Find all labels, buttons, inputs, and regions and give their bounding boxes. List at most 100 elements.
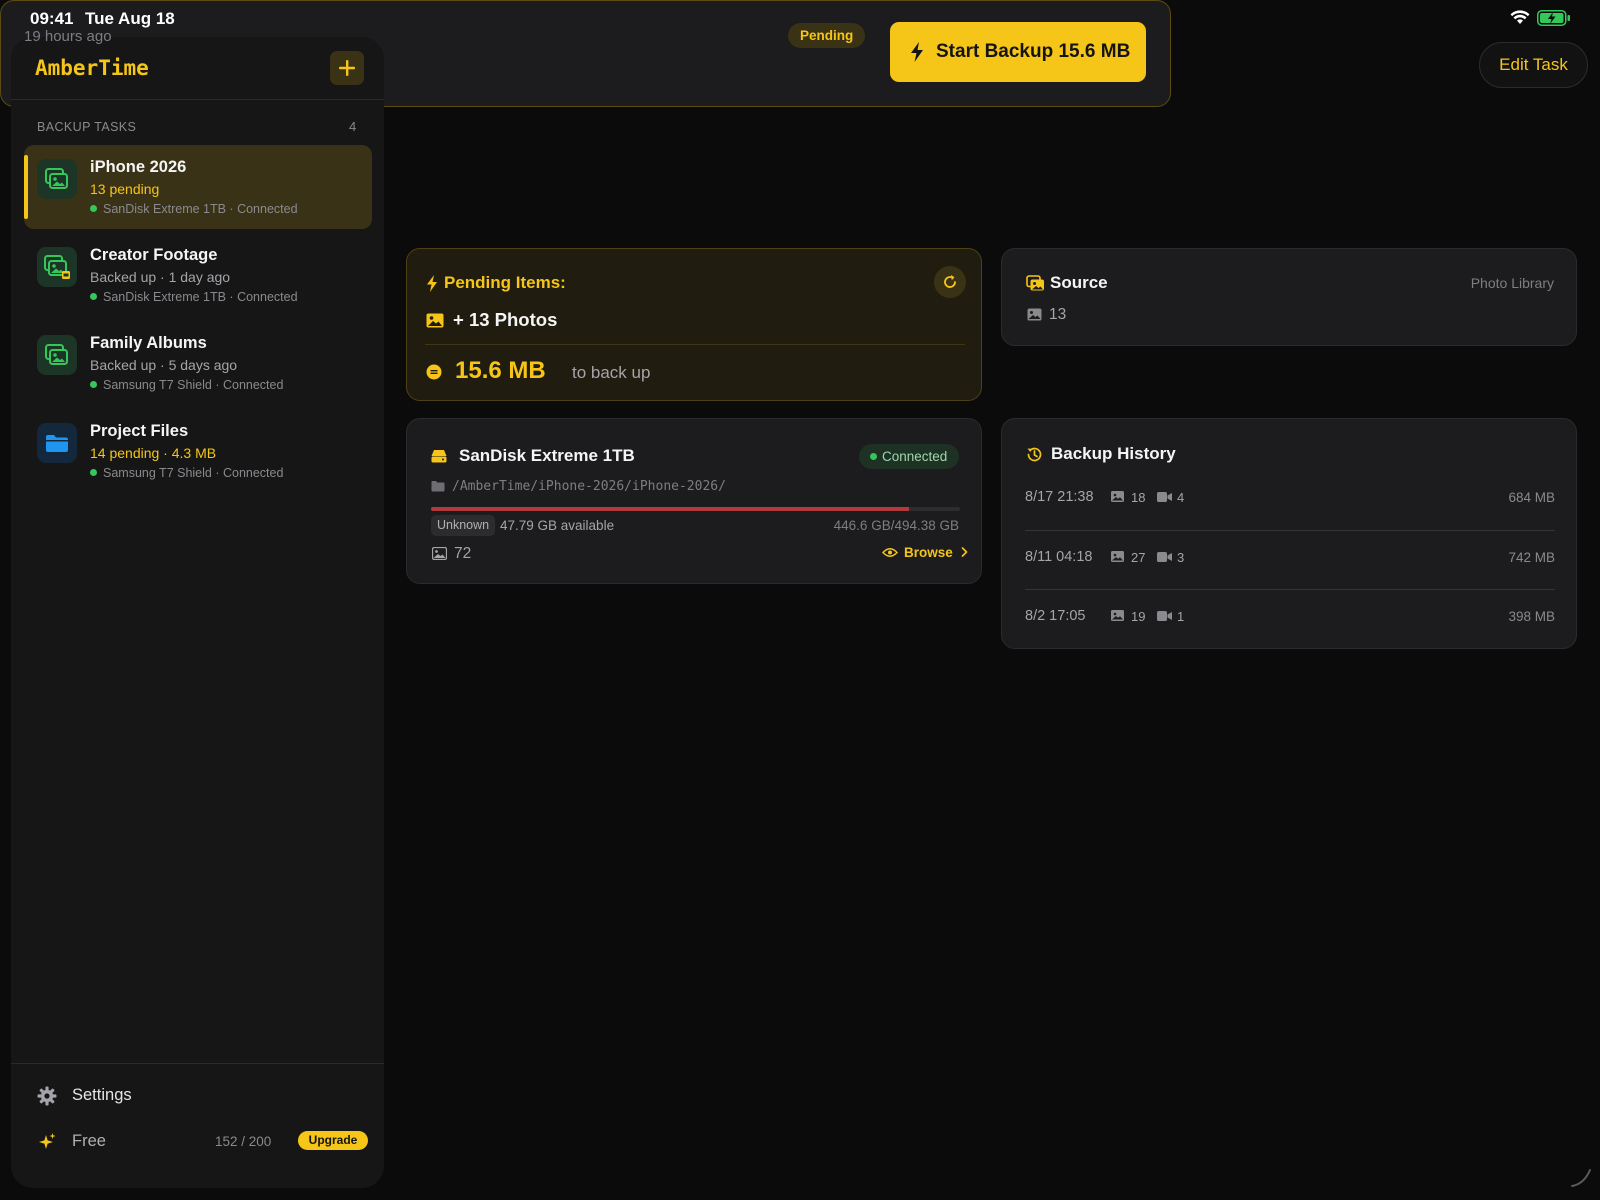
battery-charging-icon: [1537, 10, 1570, 26]
destination-drive-card: SanDisk Extreme 1TB Connected /AmberTime…: [406, 418, 982, 584]
source-card: Source Photo Library 13: [1001, 248, 1577, 346]
source-kind: Photo Library: [1470, 275, 1554, 291]
history-icon: [1027, 447, 1042, 462]
last-backup-time: 19 hours ago: [24, 28, 112, 45]
refresh-icon: [944, 275, 956, 288]
photos-icon: [1026, 275, 1044, 291]
connected-label: Connected: [882, 449, 948, 464]
task-name: Family Albums: [90, 334, 207, 352]
history-time: 8/2 17:05: [1025, 608, 1086, 624]
status-time: 09:41: [30, 9, 74, 28]
connected-badge: Connected: [859, 444, 959, 469]
settings-label: Settings: [72, 1086, 132, 1104]
resize-grabber-icon[interactable]: [1570, 1166, 1594, 1188]
task-device: Samsung T7 Shield · Connected: [90, 378, 283, 392]
sparkle-icon: [39, 1133, 56, 1149]
quota-count: 152 / 200: [215, 1134, 272, 1149]
photos-icon: [37, 247, 77, 287]
task-status: Backed up · 5 days ago: [90, 357, 238, 373]
disk-capacity: 446.6 GB/494.38 GB: [833, 518, 959, 533]
sidebar-item-creator-footage[interactable]: Creator Footage Backed up · 1 day ago Sa…: [24, 233, 372, 317]
photo-icon: [1111, 551, 1124, 562]
history-photo-count: 27: [1131, 550, 1146, 565]
history-title: Backup History: [1051, 444, 1176, 463]
sidebar-item-family-albums[interactable]: Family Albums Backed up · 5 days ago Sam…: [24, 321, 372, 405]
storage-icon: [426, 364, 442, 380]
selection-indicator: [24, 155, 28, 219]
eye-icon: [882, 548, 898, 557]
photo-icon: [1027, 308, 1042, 321]
sidebar: AmberTime BACKUP TASKS 4 iPhone 2026 13 …: [11, 37, 384, 1188]
history-time: 8/11 04:18: [1025, 549, 1093, 565]
bolt-icon: [427, 275, 437, 292]
edit-task-button[interactable]: Edit Task: [1479, 42, 1588, 88]
history-row[interactable]: 8/17 21:38 18 4 684 MB: [1025, 471, 1555, 530]
source-title: Source: [1050, 273, 1108, 292]
task-status: Backed up · 1 day ago: [90, 269, 231, 285]
photos-icon: [37, 159, 77, 199]
destination-path: /AmberTime/iPhone-2026/iPhone-2026/: [452, 479, 726, 494]
connected-dot: [90, 381, 97, 388]
start-backup-label: Start Backup 15.6 MB: [936, 41, 1131, 62]
connected-dot: [90, 469, 97, 476]
drive-icon: [431, 450, 447, 463]
bolt-icon: [911, 42, 923, 62]
divider: [425, 344, 965, 345]
drive-name: SanDisk Extreme 1TB: [459, 446, 635, 465]
gear-icon: [37, 1086, 57, 1106]
photo-icon: [426, 313, 444, 328]
sidebar-item-project-files[interactable]: Project Files 14 pending · 4.3 MB Samsun…: [24, 409, 372, 493]
pending-items-card: Pending Items: + 13 Photos 15.6 MB to ba…: [406, 248, 982, 401]
pending-size-caption: to back up: [572, 363, 651, 382]
disk-usage-fill: [431, 507, 909, 511]
task-status: 14 pending · 4.3 MB: [90, 445, 217, 461]
format-badge: Unknown: [431, 515, 496, 536]
start-backup-button[interactable]: Start Backup 15.6 MB: [890, 22, 1146, 82]
browse-button[interactable]: Browse: [882, 545, 968, 565]
photo-icon: [432, 547, 447, 560]
connected-dot: [870, 453, 877, 460]
pending-title: Pending Items:: [444, 273, 566, 292]
video-icon: [1157, 552, 1172, 562]
task-device-label: SanDisk Extreme 1TB · Connected: [103, 290, 298, 304]
wifi-icon: [1510, 10, 1530, 24]
history-photo-count: 19: [1131, 609, 1146, 624]
section-count: 4: [349, 119, 357, 134]
connected-dot: [90, 293, 97, 300]
photos-icon: [37, 335, 77, 375]
task-name: Project Files: [90, 422, 189, 440]
task-device-label: Samsung T7 Shield · Connected: [103, 466, 284, 480]
plan-label: Free: [72, 1132, 106, 1150]
history-row[interactable]: 8/2 17:05 19 1 398 MB: [1025, 589, 1555, 648]
status-badge: Pending: [788, 23, 866, 48]
history-size: 398 MB: [1508, 609, 1555, 624]
history-size: 684 MB: [1508, 490, 1555, 505]
refresh-button[interactable]: [934, 266, 966, 298]
video-icon: [1157, 492, 1172, 502]
backup-history-card: Backup History 8/17 21:38 18 4 684 MB 8/…: [1001, 418, 1577, 649]
page-title: iPhone 2026: [0, 52, 1600, 74]
history-size: 742 MB: [1508, 550, 1555, 565]
history-row[interactable]: 8/11 04:18 27 3 742 MB: [1025, 530, 1555, 589]
sidebar-item-iphone-2026[interactable]: iPhone 2026 13 pending SanDisk Extreme 1…: [24, 145, 372, 229]
disk-usage-bar: [431, 507, 960, 511]
task-device: Samsung T7 Shield · Connected: [90, 466, 283, 480]
folder-icon: [431, 481, 445, 492]
task-name: iPhone 2026: [90, 158, 187, 176]
task-name: Creator Footage: [90, 246, 218, 264]
history-video-count: 1: [1177, 609, 1185, 624]
task-status: 13 pending: [90, 181, 160, 197]
pending-size-row: 15.6 MB to back up: [426, 357, 966, 387]
task-device: SanDisk Extreme 1TB · Connected: [90, 202, 298, 216]
browse-label: Browse: [904, 545, 953, 560]
sidebar-footer: Settings Free 152 / 200 Upgrade: [11, 1063, 384, 1188]
photo-icon: [1111, 491, 1124, 502]
history-video-count: 3: [1177, 550, 1185, 565]
connected-dot: [90, 205, 97, 212]
photo-icon: [1111, 610, 1124, 621]
plan-row: Free 152 / 200 Upgrade: [37, 1130, 368, 1154]
folder-icon: [37, 423, 77, 463]
upgrade-button[interactable]: Upgrade: [298, 1131, 368, 1150]
status-date: Tue Aug 18: [85, 9, 175, 28]
pending-photos: + 13 Photos: [453, 309, 558, 330]
